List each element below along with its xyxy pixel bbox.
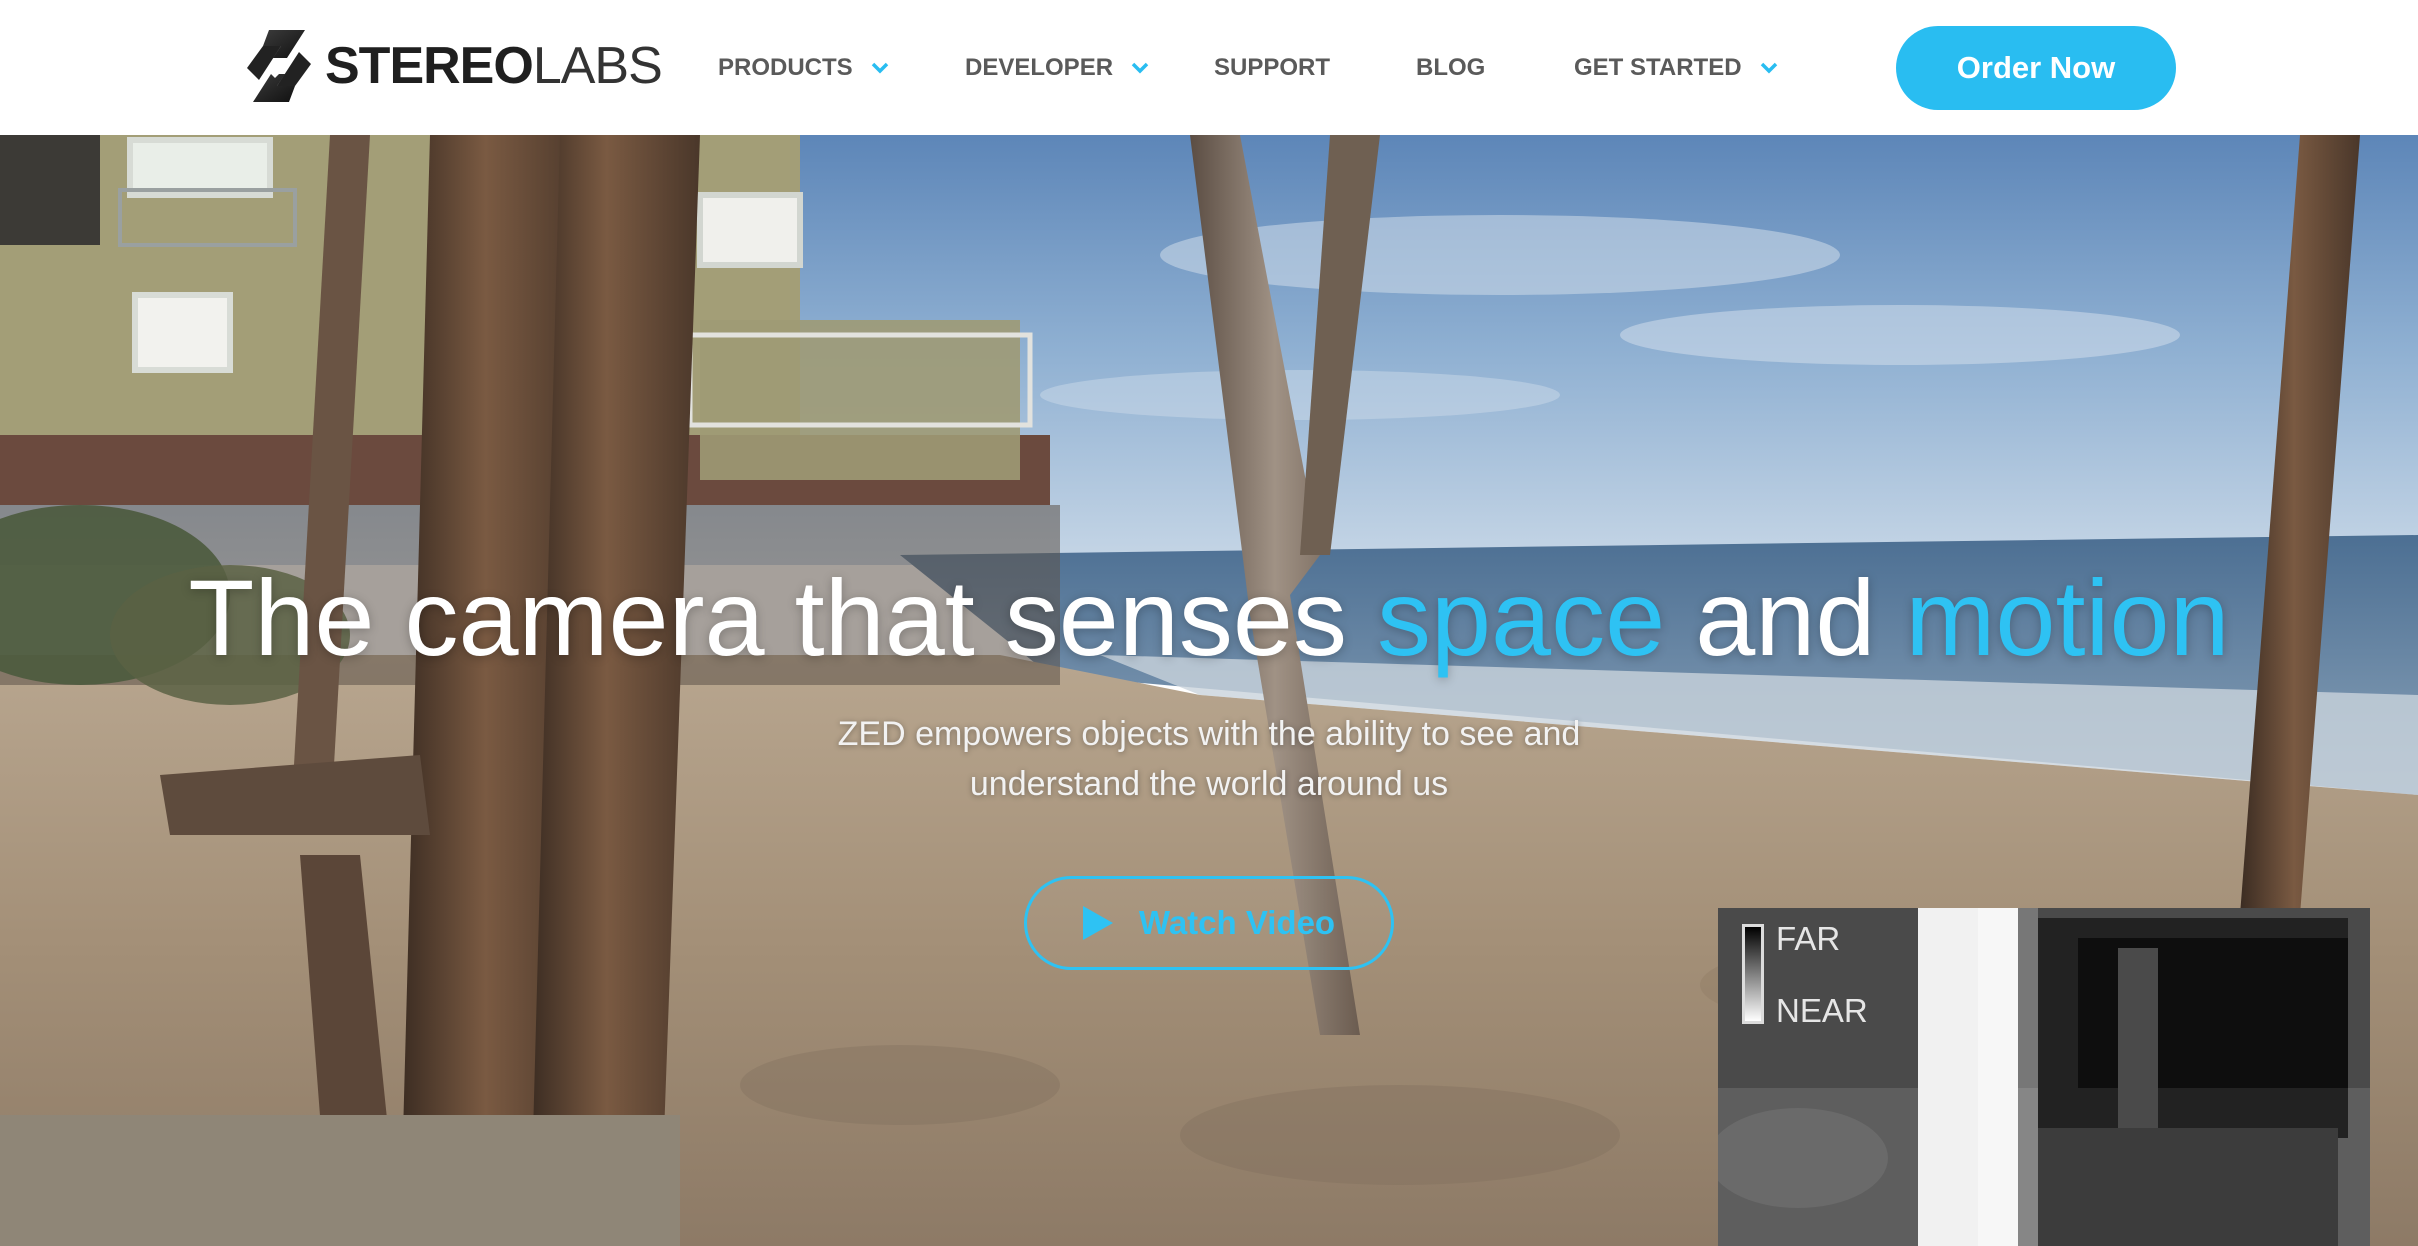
play-icon [1082,906,1113,940]
hero-headline: The camera that senses space and motion [0,553,2418,683]
nav-blog-label: BLOG [1416,54,1486,81]
headline-part-1: The camera that senses [188,557,1347,678]
watch-video-button[interactable]: Watch Video [1024,876,1394,970]
nav-products-label: PRODUCTS [718,54,853,81]
watch-video-label: Watch Video [1138,904,1336,941]
nav-developer[interactable]: DEVELOPER [965,50,1149,86]
nav-blog[interactable]: BLOG [1416,50,1485,86]
nav-developer-label: DEVELOPER [965,54,1114,81]
stereolabs-logo[interactable]: STEREOLABS [243,28,663,104]
depth-map-image [1718,908,2370,1246]
headline-highlight-motion: motion [1905,557,2230,678]
nav-products[interactable]: PRODUCTS [718,50,889,86]
chevron-down-icon [1760,62,1777,74]
hero-section: The camera that senses space and motion … [0,135,2418,1246]
depth-legend-near: NEAR [1776,992,1868,1029]
nav-support-label: SUPPORT [1214,54,1331,81]
headline-highlight-space: space [1376,557,1666,678]
chevron-down-icon [1131,62,1149,74]
nav-get-started[interactable]: GET STARTED [1574,50,1778,86]
hero-subtitle-line-1: ZED empowers objects with the ability to… [837,715,1581,753]
depth-legend-far: FAR [1776,920,1841,957]
order-now-button[interactable]: Order Now [1896,26,2176,110]
top-navbar: STEREOLABS PRODUCTS DEVELOPER SUPPORT BL… [0,0,2418,135]
nav-support[interactable]: SUPPORT [1214,50,1330,86]
hero-subtitle: ZED empowers objects with the ability to… [759,709,1659,809]
logo-text-bold: STEREO [325,37,534,95]
nav-get-started-label: GET STARTED [1574,54,1742,81]
chevron-down-icon [871,62,888,74]
depth-map-preview: FAR NEAR [1718,908,2370,1246]
hero-subtitle-line-2: understand the world around us [969,765,1449,803]
headline-part-2: and [1695,557,1876,678]
logo-text-light: LABS [532,37,663,95]
depth-legend-gradient [1742,924,1764,1024]
stereolabs-logo-icon [247,30,311,102]
